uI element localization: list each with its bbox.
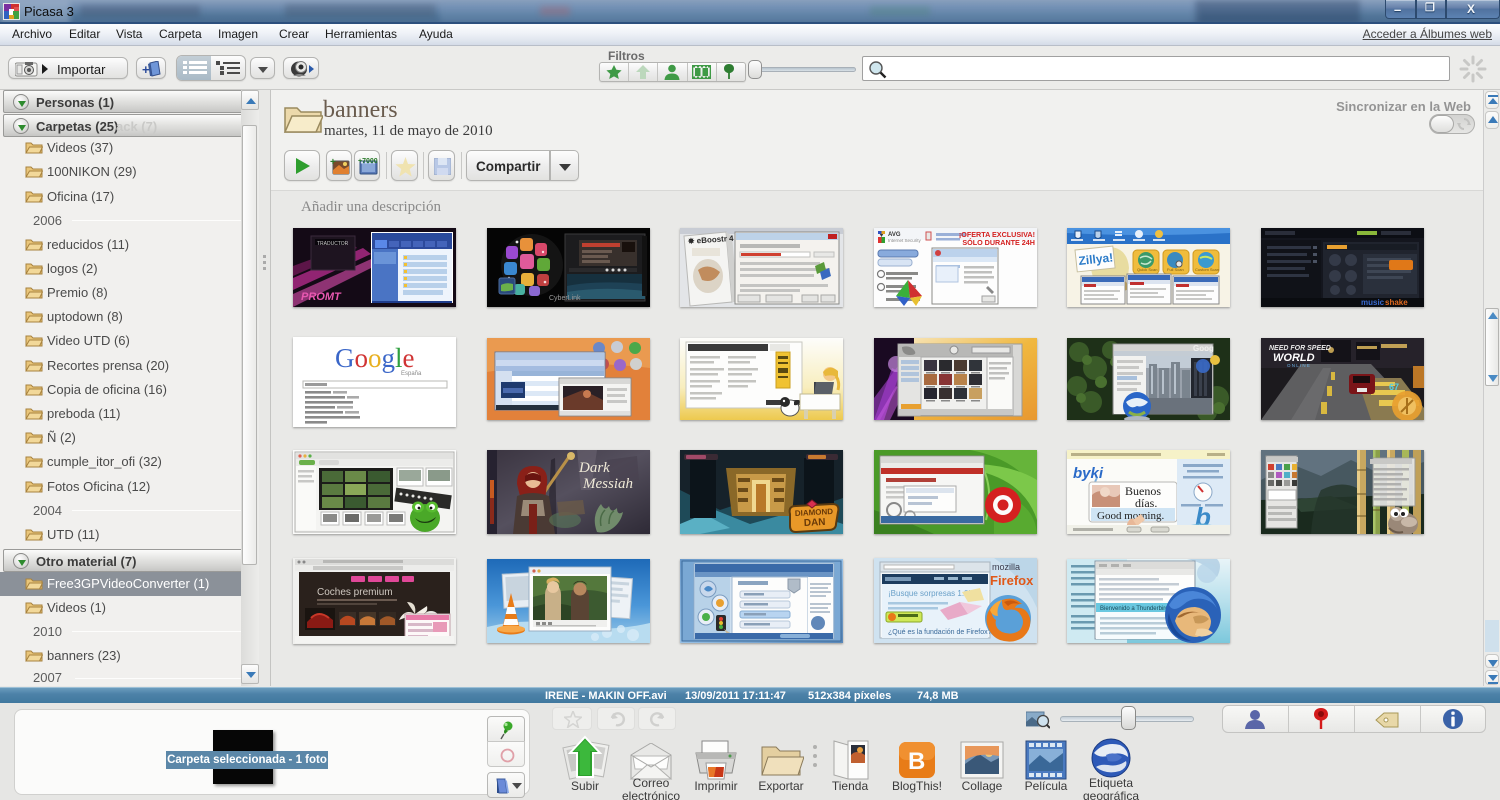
svg-text:SÓLO DURANTE 24H: SÓLO DURANTE 24H (962, 238, 1035, 247)
svg-text:Coches premium: Coches premium (317, 587, 393, 598)
svg-text:O N L I N E: O N L I N E (1287, 363, 1310, 368)
svg-text:¡Busque sorpresas 1.0!: ¡Busque sorpresas 1.0! (888, 589, 971, 598)
svg-text:+7000: +7000 (358, 158, 378, 165)
svg-text:music: music (1361, 298, 1385, 307)
svg-text:Google: Google (335, 343, 415, 373)
svg-text:Goog: Goog (1193, 344, 1214, 353)
svg-text:mozilla: mozilla (992, 562, 1020, 572)
svg-text:Full Scan: Full Scan (1167, 267, 1184, 272)
svg-text:67: 67 (1389, 382, 1399, 392)
svg-text:TRADUCTOR: TRADUCTOR (317, 241, 349, 247)
svg-text:España: España (401, 371, 422, 377)
svg-text:Firefox: Firefox (990, 573, 1034, 588)
svg-text:Dark: Dark (578, 460, 610, 476)
svg-text:Bienvenido a Thunderbird: Bienvenido a Thunderbird (1100, 606, 1169, 612)
svg-text:NEED FOR SPEED: NEED FOR SPEED (1269, 345, 1331, 352)
svg-text:Custom Scan: Custom Scan (1195, 267, 1219, 272)
svg-text:¿Qué es la fundación de Firefo: ¿Qué es la fundación de Firefox? (888, 629, 992, 636)
svg-text:días.: días. (1135, 496, 1157, 510)
svg-text:B: B (908, 748, 925, 775)
svg-text:shake: shake (1385, 298, 1408, 307)
svg-text:+: + (330, 157, 336, 168)
svg-text:+: + (142, 62, 150, 77)
svg-text:Quick Scan: Quick Scan (1137, 267, 1157, 272)
svg-text:Messiah: Messiah (582, 476, 633, 492)
svg-text:CyberLink: CyberLink (549, 295, 581, 302)
svg-text:PROMT: PROMT (301, 291, 342, 303)
svg-text:byki: byki (1073, 465, 1104, 482)
svg-text:DAN: DAN (804, 517, 826, 529)
svg-text:Internet Security: Internet Security (888, 238, 922, 243)
